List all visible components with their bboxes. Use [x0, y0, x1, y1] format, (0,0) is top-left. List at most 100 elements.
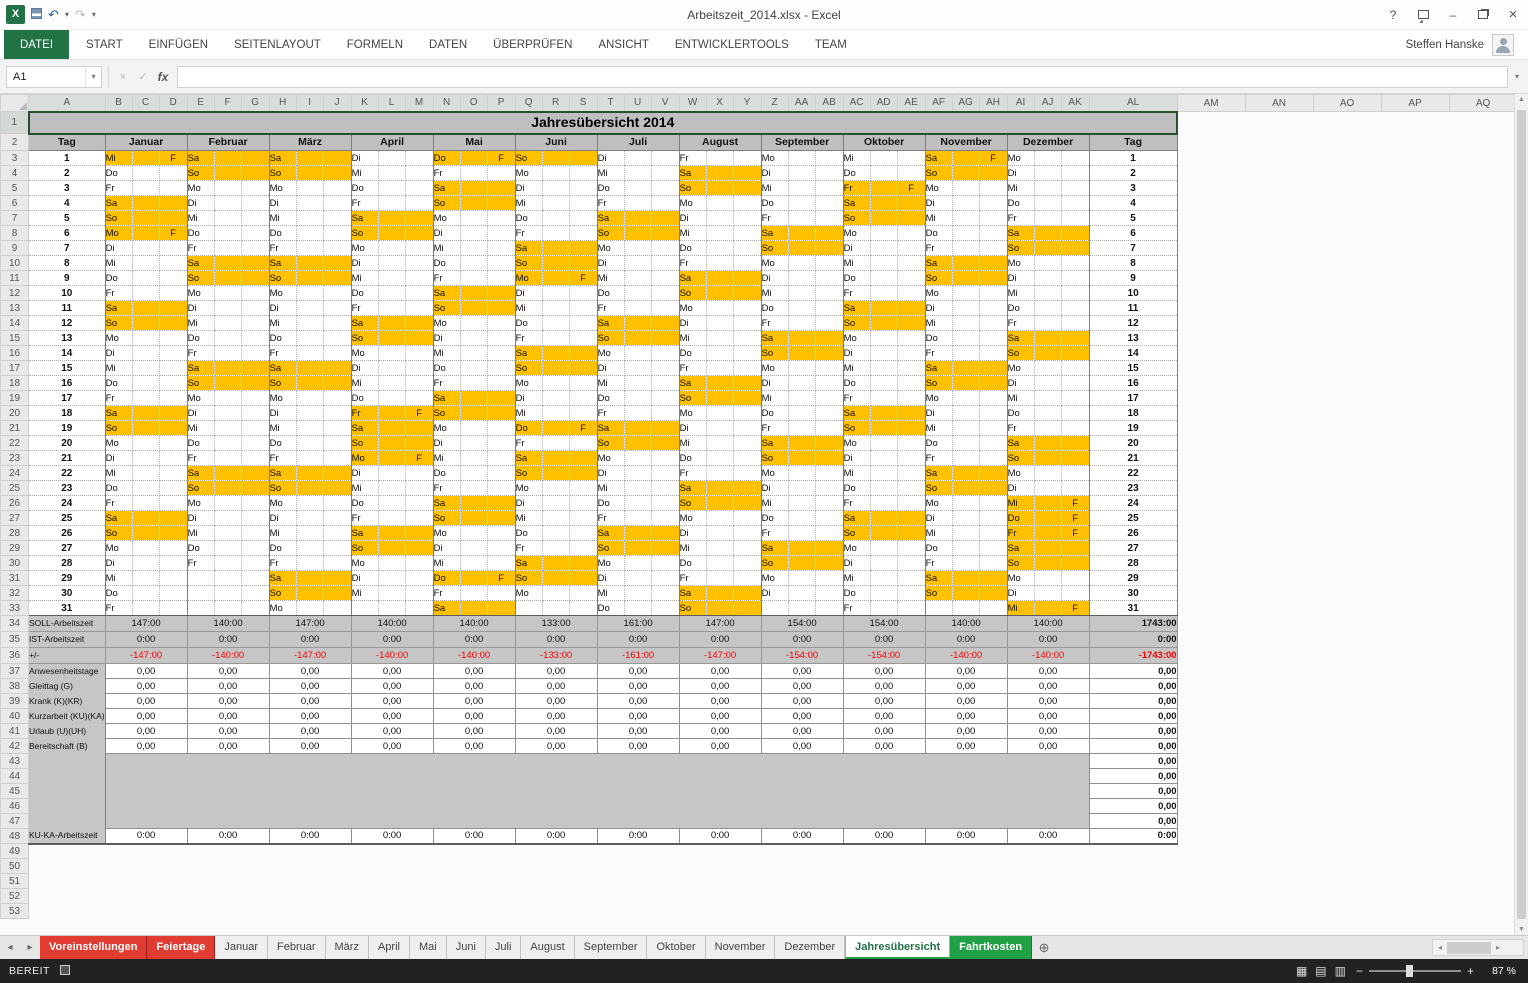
day-number-right[interactable]: 7 — [1089, 241, 1177, 256]
cell-mid[interactable] — [706, 256, 733, 271]
cell-mid[interactable] — [788, 196, 815, 211]
cell-holiday-flag[interactable] — [487, 301, 515, 316]
cell-mid[interactable] — [788, 466, 815, 481]
month-header-märz[interactable]: März — [269, 134, 351, 151]
row-header-11[interactable]: 11 — [1, 271, 29, 286]
cell-holiday-flag[interactable] — [405, 271, 433, 286]
cell-holiday-flag[interactable] — [897, 316, 925, 331]
cell-holiday-flag[interactable] — [241, 346, 269, 361]
cell-holiday-flag[interactable] — [815, 316, 843, 331]
cell-holiday-flag[interactable] — [979, 421, 1007, 436]
cell-holiday-flag[interactable] — [651, 406, 679, 421]
cell-mid[interactable] — [132, 586, 159, 601]
cell-holiday-flag[interactable] — [733, 166, 761, 181]
cell-holiday-flag[interactable] — [487, 166, 515, 181]
cell-weekday[interactable]: Di — [351, 256, 378, 271]
cell-holiday-flag[interactable] — [979, 541, 1007, 556]
col-header-E[interactable]: E — [187, 95, 214, 112]
summary-total[interactable]: -1743:00 — [1089, 648, 1177, 664]
summary-value[interactable]: 0,00 — [843, 694, 925, 709]
cell-weekday[interactable]: Do — [679, 556, 706, 571]
empty-cells[interactable] — [1177, 601, 1517, 616]
cell-weekday[interactable]: Do — [433, 361, 460, 376]
cell-weekday[interactable]: Fr — [679, 256, 706, 271]
cell-mid[interactable] — [706, 406, 733, 421]
cell-weekday[interactable]: Do — [515, 316, 542, 331]
col-header-F[interactable]: F — [214, 95, 241, 112]
cell-mid[interactable] — [378, 391, 405, 406]
summary-value[interactable]: 140:00 — [1007, 616, 1089, 632]
row-header-5[interactable]: 5 — [1, 181, 29, 196]
cell-holiday-flag[interactable]: F — [405, 406, 433, 421]
cell-mid[interactable] — [132, 421, 159, 436]
cell-weekday[interactable]: Sa — [105, 406, 132, 421]
cell-mid[interactable] — [132, 526, 159, 541]
cell-holiday-flag[interactable] — [569, 511, 597, 526]
cell-weekday[interactable]: Mo — [187, 496, 214, 511]
cell-mid[interactable] — [1034, 166, 1061, 181]
cell-holiday-flag[interactable] — [1061, 346, 1089, 361]
cell-mid[interactable] — [378, 571, 405, 586]
cell-weekday[interactable]: So — [843, 421, 870, 436]
cell-holiday-flag[interactable] — [733, 541, 761, 556]
empty-cells[interactable] — [1177, 724, 1517, 739]
day-number-right[interactable]: 4 — [1089, 196, 1177, 211]
cell-mid[interactable] — [214, 316, 241, 331]
row-header-16[interactable]: 16 — [1, 346, 29, 361]
month-header-juli[interactable]: Juli — [597, 134, 679, 151]
summary-value[interactable]: 0,00 — [433, 739, 515, 754]
sheet-tab-dezember[interactable]: Dezember — [775, 936, 845, 959]
cell-holiday-flag[interactable] — [569, 586, 597, 601]
col-header-AJ[interactable]: AJ — [1034, 95, 1061, 112]
cell-weekday[interactable]: Do — [269, 226, 296, 241]
cell-holiday-flag[interactable] — [651, 496, 679, 511]
cell-holiday-flag[interactable] — [241, 226, 269, 241]
cell-weekday[interactable]: Sa — [679, 166, 706, 181]
cell-holiday-flag[interactable] — [651, 271, 679, 286]
cell-holiday-flag[interactable] — [897, 571, 925, 586]
calendar-title-cell[interactable]: Jahresübersicht 2014 — [29, 112, 1178, 134]
summary-value[interactable]: 0,00 — [515, 739, 597, 754]
empty-cells[interactable] — [1177, 526, 1517, 541]
cell-weekday[interactable]: So — [761, 556, 788, 571]
cell-mid[interactable] — [870, 241, 897, 256]
cell-holiday-flag[interactable] — [323, 286, 351, 301]
row-header-12[interactable]: 12 — [1, 286, 29, 301]
cell-mid[interactable] — [870, 481, 897, 496]
cell-holiday-flag[interactable] — [159, 361, 187, 376]
cell-holiday-flag[interactable] — [405, 331, 433, 346]
cell-mid[interactable] — [624, 256, 651, 271]
summary-total[interactable]: 0,00 — [1089, 814, 1177, 829]
cell-holiday-flag[interactable] — [159, 511, 187, 526]
cell-mid[interactable] — [132, 451, 159, 466]
cell-holiday-flag[interactable] — [897, 421, 925, 436]
cell-mid[interactable] — [214, 361, 241, 376]
month-header-mai[interactable]: Mai — [433, 134, 515, 151]
sheet-tab-september[interactable]: September — [575, 936, 648, 959]
cell-mid[interactable] — [296, 211, 323, 226]
cell-mid[interactable] — [1034, 211, 1061, 226]
cell-weekday[interactable]: Sa — [269, 256, 296, 271]
cell-mid[interactable] — [1034, 556, 1061, 571]
cell-weekday[interactable]: Di — [351, 361, 378, 376]
cell-holiday-flag[interactable] — [815, 436, 843, 451]
cell-blank[interactable] — [241, 586, 269, 601]
cell-holiday-flag[interactable] — [323, 151, 351, 166]
cell-weekday[interactable]: Di — [761, 166, 788, 181]
summary-value[interactable]: 0:00 — [761, 829, 843, 844]
sheet-tab-august[interactable]: August — [521, 936, 574, 959]
cell-weekday[interactable]: Sa — [187, 256, 214, 271]
cell-weekday[interactable]: Di — [269, 511, 296, 526]
empty-cells[interactable] — [1177, 316, 1517, 331]
cell-mid[interactable] — [624, 211, 651, 226]
cell-weekday[interactable]: Mo — [351, 241, 378, 256]
cell-weekday[interactable]: Fr — [351, 301, 378, 316]
vertical-scrollbar[interactable]: ▲ ▼ — [1514, 94, 1528, 935]
cell-weekday[interactable]: Di — [597, 256, 624, 271]
cell-mid[interactable] — [378, 511, 405, 526]
empty-cells[interactable] — [1177, 664, 1517, 679]
cell-holiday-flag[interactable] — [1061, 241, 1089, 256]
cell-mid[interactable] — [624, 151, 651, 166]
cell-mid[interactable] — [706, 526, 733, 541]
summary-total[interactable]: 0,00 — [1089, 724, 1177, 739]
